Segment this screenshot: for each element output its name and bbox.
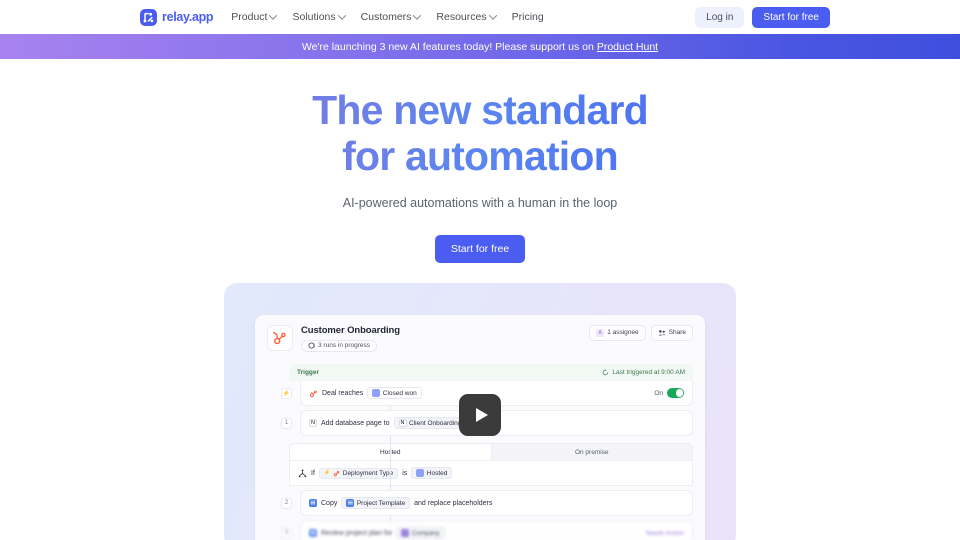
step-card[interactable]: ▤ Copy ▤ Project Template and replace pl… <box>300 490 693 517</box>
relay-logo-icon <box>140 8 157 26</box>
runs-in-progress-badge: 3 runs in progress <box>301 339 378 352</box>
needs-action-badge: Needs Action <box>646 530 684 537</box>
doc-icon: ▤ <box>346 499 355 508</box>
nav-item-product-label: Product <box>231 11 268 23</box>
page-title: The new standard for automation <box>0 87 960 180</box>
workflow-title: Customer Onboarding <box>301 324 400 336</box>
step-token[interactable]: Company <box>396 527 445 540</box>
step-text: Add database page to <box>321 419 390 427</box>
step-token-label: Project Template <box>356 499 406 507</box>
top-navbar: relay.app Product Solutions Customers Re… <box>0 0 960 34</box>
notion-icon: N <box>309 419 317 428</box>
refresh-icon <box>603 369 609 376</box>
share-people-icon <box>658 329 666 336</box>
nav-actions: Log in Start for free <box>695 6 830 28</box>
trigger-marker: ⚡ <box>281 388 292 400</box>
brand-logo[interactable]: relay.app <box>140 8 214 26</box>
nav-item-resources[interactable]: Resources <box>436 11 497 23</box>
nav-item-pricing-label: Pricing <box>511 11 544 23</box>
workflow-header: Customer Onboarding 3 runs in progress A… <box>267 324 693 355</box>
field-icon <box>416 469 425 478</box>
trigger-label: Trigger <box>297 369 320 377</box>
needs-action-label: Needs Action <box>645 529 684 537</box>
hubspot-icon <box>401 529 410 538</box>
nav-item-resources-label: Resources <box>436 11 487 23</box>
nav-item-product[interactable]: Product <box>231 11 278 23</box>
hero-section: The new standard for automation AI-power… <box>0 59 960 263</box>
nav-item-customers-label: Customers <box>360 11 412 23</box>
step-token[interactable]: ▤ Project Template <box>341 497 411 510</box>
nav-item-solutions[interactable]: Solutions <box>292 11 346 23</box>
assignee-label: 1 assignee <box>607 329 639 337</box>
step-text: Copy <box>321 499 338 507</box>
step-text: Review project plan for <box>321 529 393 537</box>
step-text-after: and replace placeholders <box>414 499 493 507</box>
product-showcase: Customer Onboarding 3 runs in progress A… <box>224 282 736 540</box>
step-number: 1 <box>281 417 292 429</box>
workflow-step-3[interactable]: 3 ▤ Review project plan for Company Need… <box>281 520 693 540</box>
brand-name: relay.app <box>162 10 214 24</box>
hubspot-icon <box>310 390 317 397</box>
step-number: 2 <box>281 497 292 509</box>
headline-line-1: The new standard <box>312 87 648 133</box>
branch-if-label: If <box>311 469 315 477</box>
branch-operator: is <box>402 469 408 477</box>
announcement-text: We're launching 3 new AI features today!… <box>301 40 594 53</box>
avatar: A <box>596 328 605 337</box>
share-label: Share <box>668 329 686 337</box>
nav-links: Product Solutions Customers Resources Pr… <box>231 11 543 23</box>
trigger-status: Last triggered at 9:00 AM <box>602 369 685 376</box>
hero-subtitle: AI-powered automations with a human in t… <box>342 195 618 210</box>
trigger-enabled-toggle[interactable] <box>667 388 684 398</box>
branch-field-label: Deployment Type <box>342 469 394 477</box>
trigger-header: Trigger Last triggered at 9:00 AM <box>289 364 693 382</box>
branch-value-label: Hosted <box>426 469 448 477</box>
workflow-steps: Trigger Last triggered at 9:00 AM ⚡ Deal… <box>267 364 693 540</box>
runs-icon <box>308 342 315 349</box>
branch-icon <box>298 469 307 477</box>
workflow-step-2[interactable]: 2 ▤ Copy ▤ Project Template and replace … <box>281 490 693 517</box>
trigger-status-text: Last triggered at 9:00 AM <box>612 369 685 377</box>
nav-item-customers[interactable]: Customers <box>360 11 422 23</box>
play-video-button[interactable] <box>459 394 501 437</box>
notion-icon: N <box>398 419 407 428</box>
trigger-row-text: Deal reaches <box>322 389 364 397</box>
chevron-down-icon <box>413 11 422 20</box>
doc-icon: ▤ <box>309 499 317 508</box>
step-token-label: Company <box>411 529 440 537</box>
tab-on-premise[interactable]: On premise <box>490 443 693 462</box>
play-icon <box>475 408 488 423</box>
product-hunt-link[interactable]: Product Hunt <box>597 41 658 53</box>
field-icon <box>372 389 381 398</box>
branch-field-token[interactable]: ⚡ Deployment Type <box>318 467 399 479</box>
assignee-chip[interactable]: A 1 assignee <box>589 324 646 341</box>
branch-condition-row[interactable]: If ⚡ Deployment Type is Hosted <box>289 461 693 487</box>
share-button[interactable]: Share <box>650 324 693 341</box>
trigger-value-label: Closed won <box>382 389 417 397</box>
branch-value-token[interactable]: Hosted <box>411 467 453 480</box>
trigger-toggle-group[interactable]: On <box>654 388 684 398</box>
bolt-icon: ⚡ <box>323 470 331 477</box>
announcement-banner: We're launching 3 new AI features today!… <box>0 34 960 59</box>
chevron-down-icon <box>269 11 278 20</box>
step-card[interactable]: ▤ Review project plan for Company Needs … <box>300 520 693 540</box>
branch-tabs: Hosted On premise <box>289 443 693 462</box>
chevron-down-icon <box>337 11 346 20</box>
hubspot-icon <box>333 470 340 476</box>
start-for-free-button-nav[interactable]: Start for free <box>752 6 830 28</box>
doc-blue-icon: ▤ <box>309 529 317 538</box>
hubspot-icon <box>267 324 293 351</box>
login-button[interactable]: Log in <box>695 6 745 28</box>
runs-label: 3 runs in progress <box>318 342 371 350</box>
start-for-free-button-hero[interactable]: Start for free <box>434 234 526 263</box>
step-number: 3 <box>281 527 292 539</box>
nav-item-solutions-label: Solutions <box>292 11 336 23</box>
chevron-down-icon <box>488 11 497 20</box>
headline-line-2: for automation <box>342 133 618 180</box>
trigger-value-token[interactable]: Closed won <box>367 387 422 400</box>
nav-item-pricing[interactable]: Pricing <box>512 11 544 23</box>
toggle-label: On <box>654 389 663 397</box>
